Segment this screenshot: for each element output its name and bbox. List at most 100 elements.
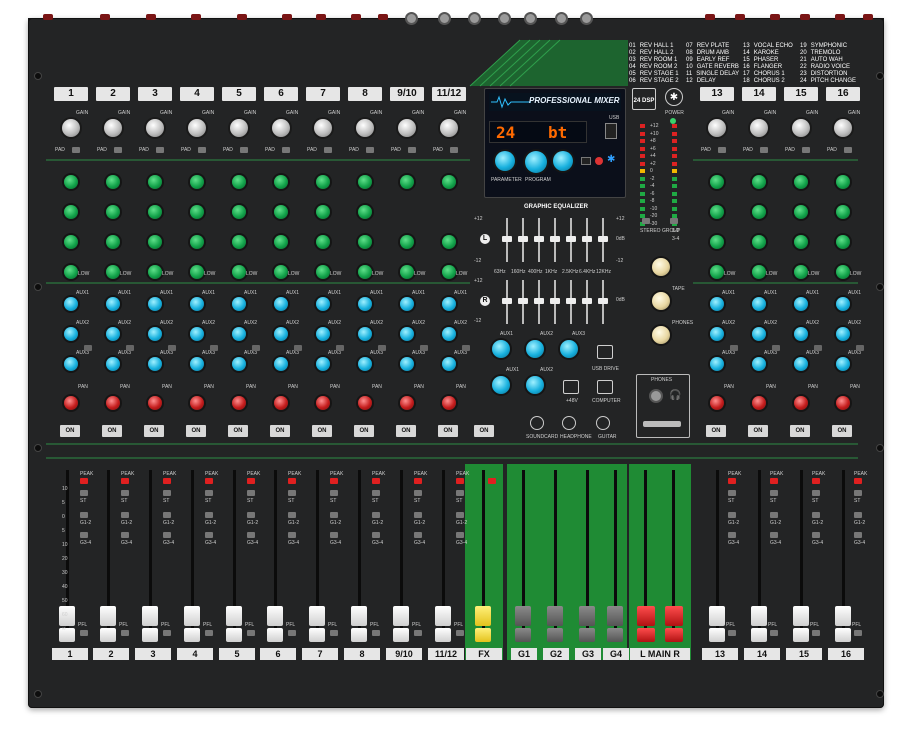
aux-knob[interactable] — [148, 297, 162, 311]
eq-knob[interactable] — [358, 205, 372, 219]
geq-slider-r[interactable] — [518, 298, 528, 304]
aux-knob[interactable] — [148, 327, 162, 341]
aux-knob[interactable] — [316, 327, 330, 341]
aux-knob[interactable] — [752, 297, 766, 311]
channel-fader[interactable] — [142, 606, 158, 626]
geq-slider-l[interactable] — [550, 236, 560, 242]
eq-knob[interactable] — [710, 235, 724, 249]
eq-knob[interactable] — [794, 175, 808, 189]
eq-knob[interactable] — [106, 175, 120, 189]
eq-knob[interactable] — [710, 205, 724, 219]
eq-knob[interactable] — [190, 205, 204, 219]
aux-knob[interactable] — [400, 357, 414, 371]
pad-button[interactable] — [718, 147, 726, 153]
group-fader[interactable] — [547, 606, 563, 626]
g34-button[interactable] — [456, 532, 464, 538]
eq-knob[interactable] — [190, 175, 204, 189]
aux-knob[interactable] — [64, 297, 78, 311]
eq-knob[interactable] — [316, 235, 330, 249]
pfl-button[interactable] — [770, 630, 778, 636]
g12-button[interactable] — [80, 512, 88, 518]
pad-button[interactable] — [366, 147, 374, 153]
mute-button[interactable] — [126, 345, 134, 351]
eq-knob[interactable] — [190, 265, 204, 279]
aux-knob[interactable] — [400, 327, 414, 341]
st-button[interactable] — [414, 490, 422, 496]
eq-knob[interactable] — [752, 235, 766, 249]
aux-knob[interactable] — [710, 327, 724, 341]
pfl-button[interactable] — [205, 630, 213, 636]
channel-fader[interactable] — [351, 606, 367, 626]
g12-button[interactable] — [414, 512, 422, 518]
eq-knob[interactable] — [64, 175, 78, 189]
channel-fader[interactable] — [709, 606, 725, 626]
aux-knob[interactable] — [836, 297, 850, 311]
g12-button[interactable] — [728, 512, 736, 518]
geq-slider-l[interactable] — [598, 236, 608, 242]
master-aux-knob[interactable] — [526, 376, 544, 394]
geq-slider-r[interactable] — [582, 298, 592, 304]
pan-knob[interactable] — [148, 396, 162, 410]
on-button[interactable]: ON — [144, 425, 164, 437]
aux-knob[interactable] — [710, 357, 724, 371]
fx-fader[interactable] — [475, 606, 491, 626]
g34-button[interactable] — [205, 532, 213, 538]
aux-knob[interactable] — [442, 357, 456, 371]
eq-knob[interactable] — [274, 205, 288, 219]
pad-button[interactable] — [198, 147, 206, 153]
g12-button[interactable] — [812, 512, 820, 518]
mute-button[interactable] — [856, 345, 864, 351]
g34-button[interactable] — [247, 532, 255, 538]
eq-knob[interactable] — [316, 205, 330, 219]
eq-knob[interactable] — [64, 235, 78, 249]
on-button[interactable]: ON — [354, 425, 374, 437]
eq-knob[interactable] — [358, 235, 372, 249]
geq-slider-r[interactable] — [598, 298, 608, 304]
eq-knob[interactable] — [316, 265, 330, 279]
gain-knob[interactable] — [314, 119, 332, 137]
on-button[interactable]: ON — [312, 425, 332, 437]
eq-knob[interactable] — [232, 235, 246, 249]
eq-knob[interactable] — [794, 205, 808, 219]
pan-knob[interactable] — [794, 396, 808, 410]
pfl-button[interactable] — [414, 630, 422, 636]
gain-knob[interactable] — [750, 119, 768, 137]
pan-knob[interactable] — [106, 396, 120, 410]
pan-knob[interactable] — [400, 396, 414, 410]
aux-knob[interactable] — [148, 357, 162, 371]
aux-knob[interactable] — [274, 297, 288, 311]
pad-button[interactable] — [760, 147, 768, 153]
aux-knob[interactable] — [794, 297, 808, 311]
mute-button[interactable] — [294, 345, 302, 351]
pfl-button[interactable] — [854, 630, 862, 636]
pfl-button[interactable] — [163, 630, 171, 636]
eq-knob[interactable] — [752, 175, 766, 189]
aux-knob[interactable] — [106, 297, 120, 311]
st-button[interactable] — [80, 490, 88, 496]
on-button[interactable]: ON — [102, 425, 122, 437]
aux-knob[interactable] — [442, 327, 456, 341]
main-fader[interactable] — [665, 606, 683, 626]
group-fader[interactable] — [607, 606, 623, 626]
on-button[interactable]: ON — [186, 425, 206, 437]
st-button[interactable] — [812, 490, 820, 496]
g34-button[interactable] — [288, 532, 296, 538]
aux-knob[interactable] — [836, 327, 850, 341]
g12-button[interactable] — [456, 512, 464, 518]
channel-fader[interactable] — [184, 606, 200, 626]
eq-knob[interactable] — [442, 265, 456, 279]
eq-knob[interactable] — [752, 265, 766, 279]
eq-knob[interactable] — [836, 235, 850, 249]
group-select-button[interactable] — [670, 218, 678, 224]
eq-knob[interactable] — [148, 175, 162, 189]
pan-knob[interactable] — [190, 396, 204, 410]
gain-knob[interactable] — [708, 119, 726, 137]
gain-knob[interactable] — [440, 119, 458, 137]
geq-slider-r[interactable] — [534, 298, 544, 304]
channel-fader[interactable] — [435, 606, 451, 626]
eq-knob[interactable] — [274, 175, 288, 189]
pad-button[interactable] — [114, 147, 122, 153]
eq-knob[interactable] — [232, 205, 246, 219]
on-button[interactable]: ON — [438, 425, 458, 437]
master-level-knob[interactable] — [652, 326, 670, 344]
